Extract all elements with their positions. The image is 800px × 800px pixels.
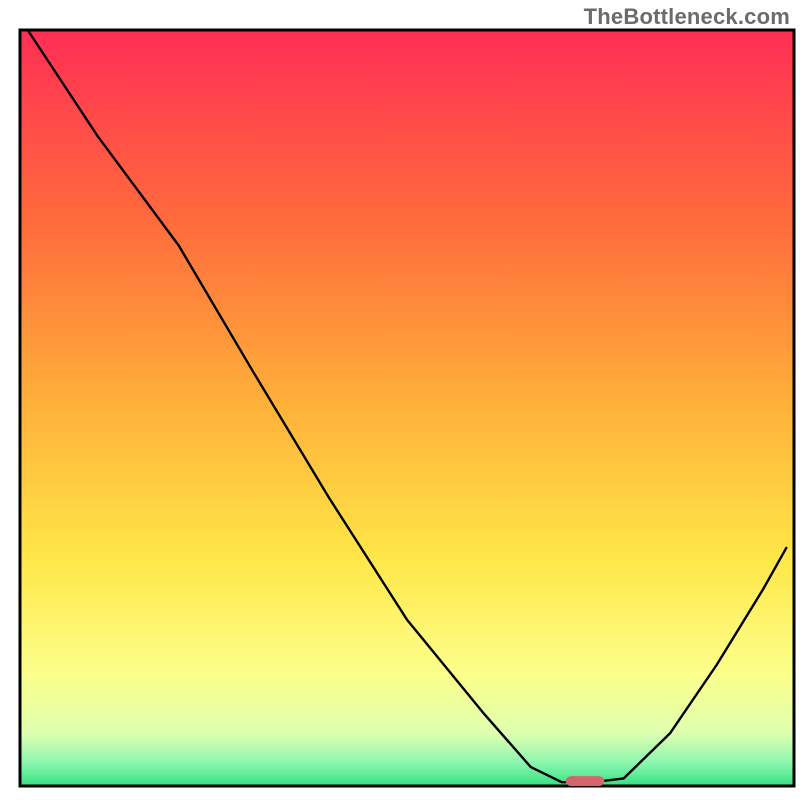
watermark-text: TheBottleneck.com — [584, 4, 790, 30]
plot-background — [20, 30, 794, 786]
bottleneck-chart — [0, 0, 800, 800]
optimal-marker — [566, 776, 605, 786]
chart-container: TheBottleneck.com — [0, 0, 800, 800]
